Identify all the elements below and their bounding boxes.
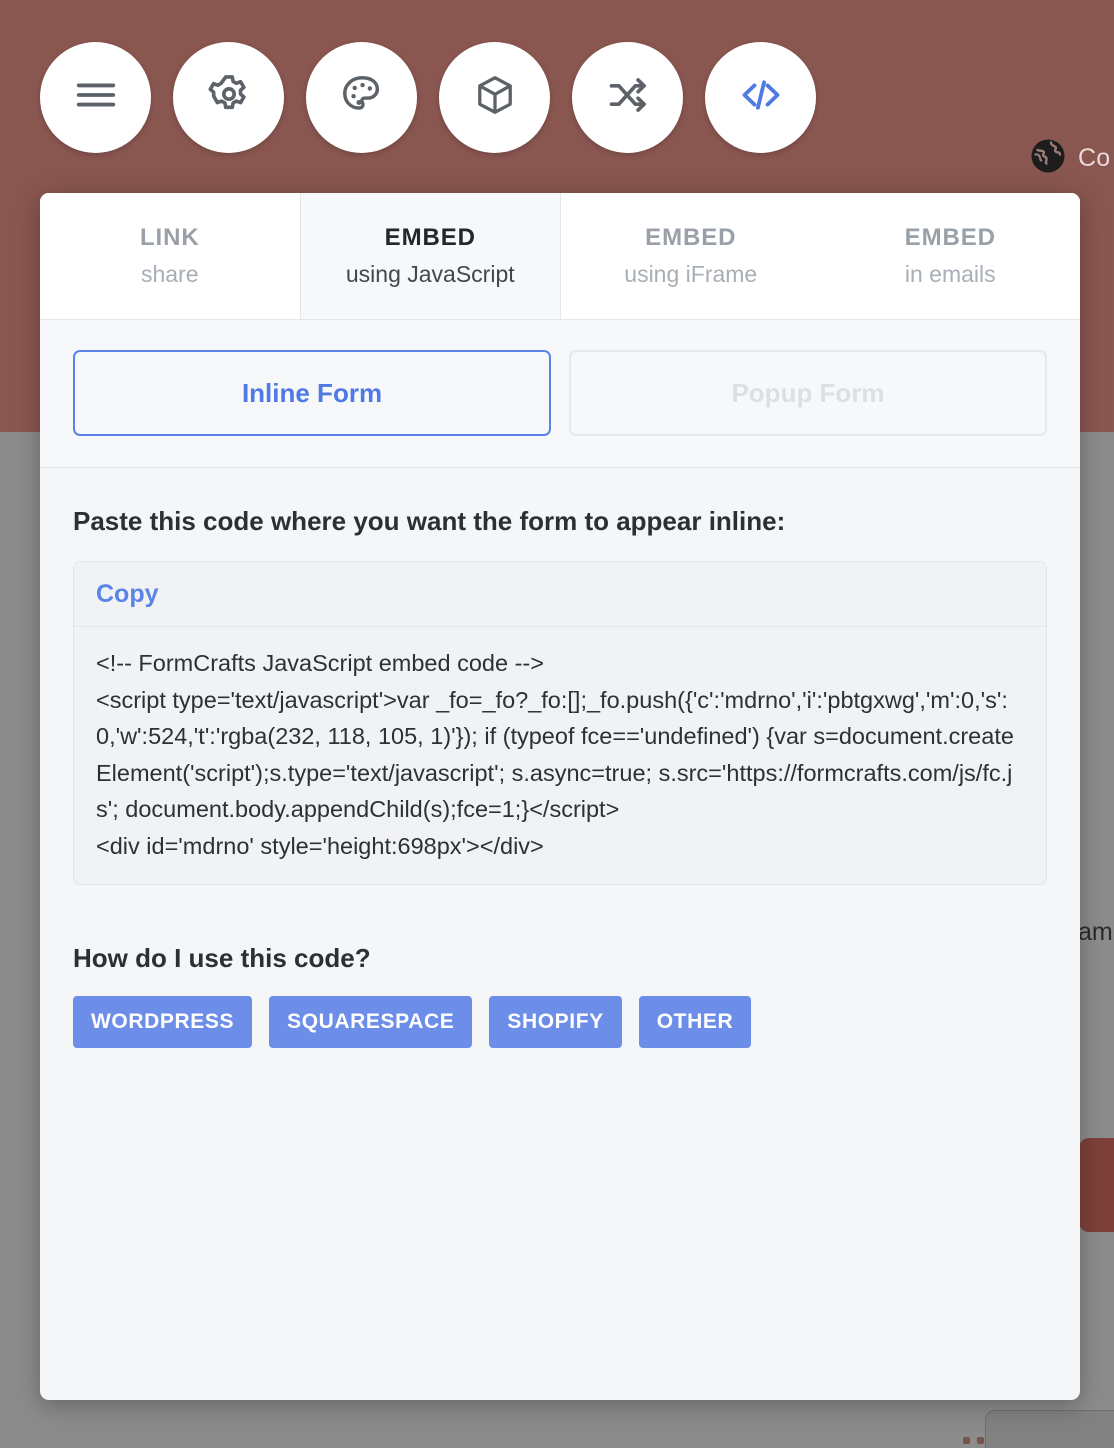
app-root: Co am LINK share EMBED using JavaScript …: [0, 0, 1114, 1448]
panel-body: Paste this code where you want the form …: [40, 468, 1080, 1048]
howto-title: How do I use this code?: [73, 943, 371, 973]
tab-subtitle: using iFrame: [624, 261, 758, 287]
tab-title: LINK: [139, 224, 200, 251]
fields-button[interactable]: [439, 42, 550, 153]
tab-embed-javascript[interactable]: EMBED using JavaScript: [299, 193, 561, 319]
theme-button[interactable]: [306, 42, 417, 153]
embed-panel: LINK share EMBED using JavaScript EMBED …: [40, 193, 1080, 1400]
tab-subtitle: using JavaScript: [345, 261, 515, 287]
palette-icon: [339, 72, 385, 123]
tab-link-share[interactable]: LINK share: [40, 193, 300, 319]
hamburger-menu-icon: [73, 72, 119, 123]
tab-embed-iframe[interactable]: EMBED using iFrame: [561, 193, 821, 319]
background-partial-text: am: [1078, 918, 1113, 946]
tab-subtitle: share: [140, 261, 199, 287]
tab-title: EMBED: [384, 224, 476, 251]
shopify-button[interactable]: SHOPIFY: [489, 996, 622, 1048]
settings-button[interactable]: [173, 42, 284, 153]
copy-button[interactable]: Copy: [96, 580, 159, 609]
embed-tabs: LINK share EMBED using JavaScript EMBED …: [40, 193, 1080, 320]
embed-code-card: Copy <!-- FormCrafts JavaScript embed co…: [73, 561, 1047, 885]
logic-button[interactable]: [572, 42, 683, 153]
squarespace-button[interactable]: SQUARESPACE: [269, 996, 473, 1048]
globe-icon: [1030, 138, 1066, 179]
instruction-text: Paste this code where you want the form …: [73, 506, 786, 536]
tab-title: EMBED: [645, 224, 737, 251]
background-globe-row: Co: [1030, 138, 1110, 179]
icon-toolbar: [40, 42, 816, 153]
shuffle-icon: [606, 73, 650, 122]
code-brackets-icon: [738, 72, 784, 123]
cube-icon: [473, 73, 517, 122]
inline-form-option[interactable]: Inline Form: [73, 350, 551, 436]
background-red-button[interactable]: [1079, 1138, 1114, 1232]
gear-icon: [206, 72, 252, 123]
menu-button[interactable]: [40, 42, 151, 153]
popup-form-option[interactable]: Popup Form: [569, 350, 1047, 436]
background-globe-label: Co: [1078, 144, 1111, 172]
form-type-selector: Inline Form Popup Form: [40, 320, 1080, 468]
background-bottom-card: [985, 1410, 1114, 1448]
background-dots: [963, 1437, 984, 1444]
embed-code-header: Copy: [74, 562, 1046, 627]
embed-button[interactable]: [705, 42, 816, 153]
platform-buttons: WORDPRESS SQUARESPACE SHOPIFY OTHER: [73, 996, 1047, 1048]
embed-code-text[interactable]: <!-- FormCrafts JavaScript embed code --…: [74, 627, 1046, 884]
wordpress-button[interactable]: WORDPRESS: [73, 996, 253, 1048]
tab-title: EMBED: [904, 224, 996, 251]
tab-subtitle: in emails: [904, 261, 996, 287]
tab-embed-emails[interactable]: EMBED in emails: [820, 193, 1080, 319]
other-button[interactable]: OTHER: [638, 996, 752, 1048]
